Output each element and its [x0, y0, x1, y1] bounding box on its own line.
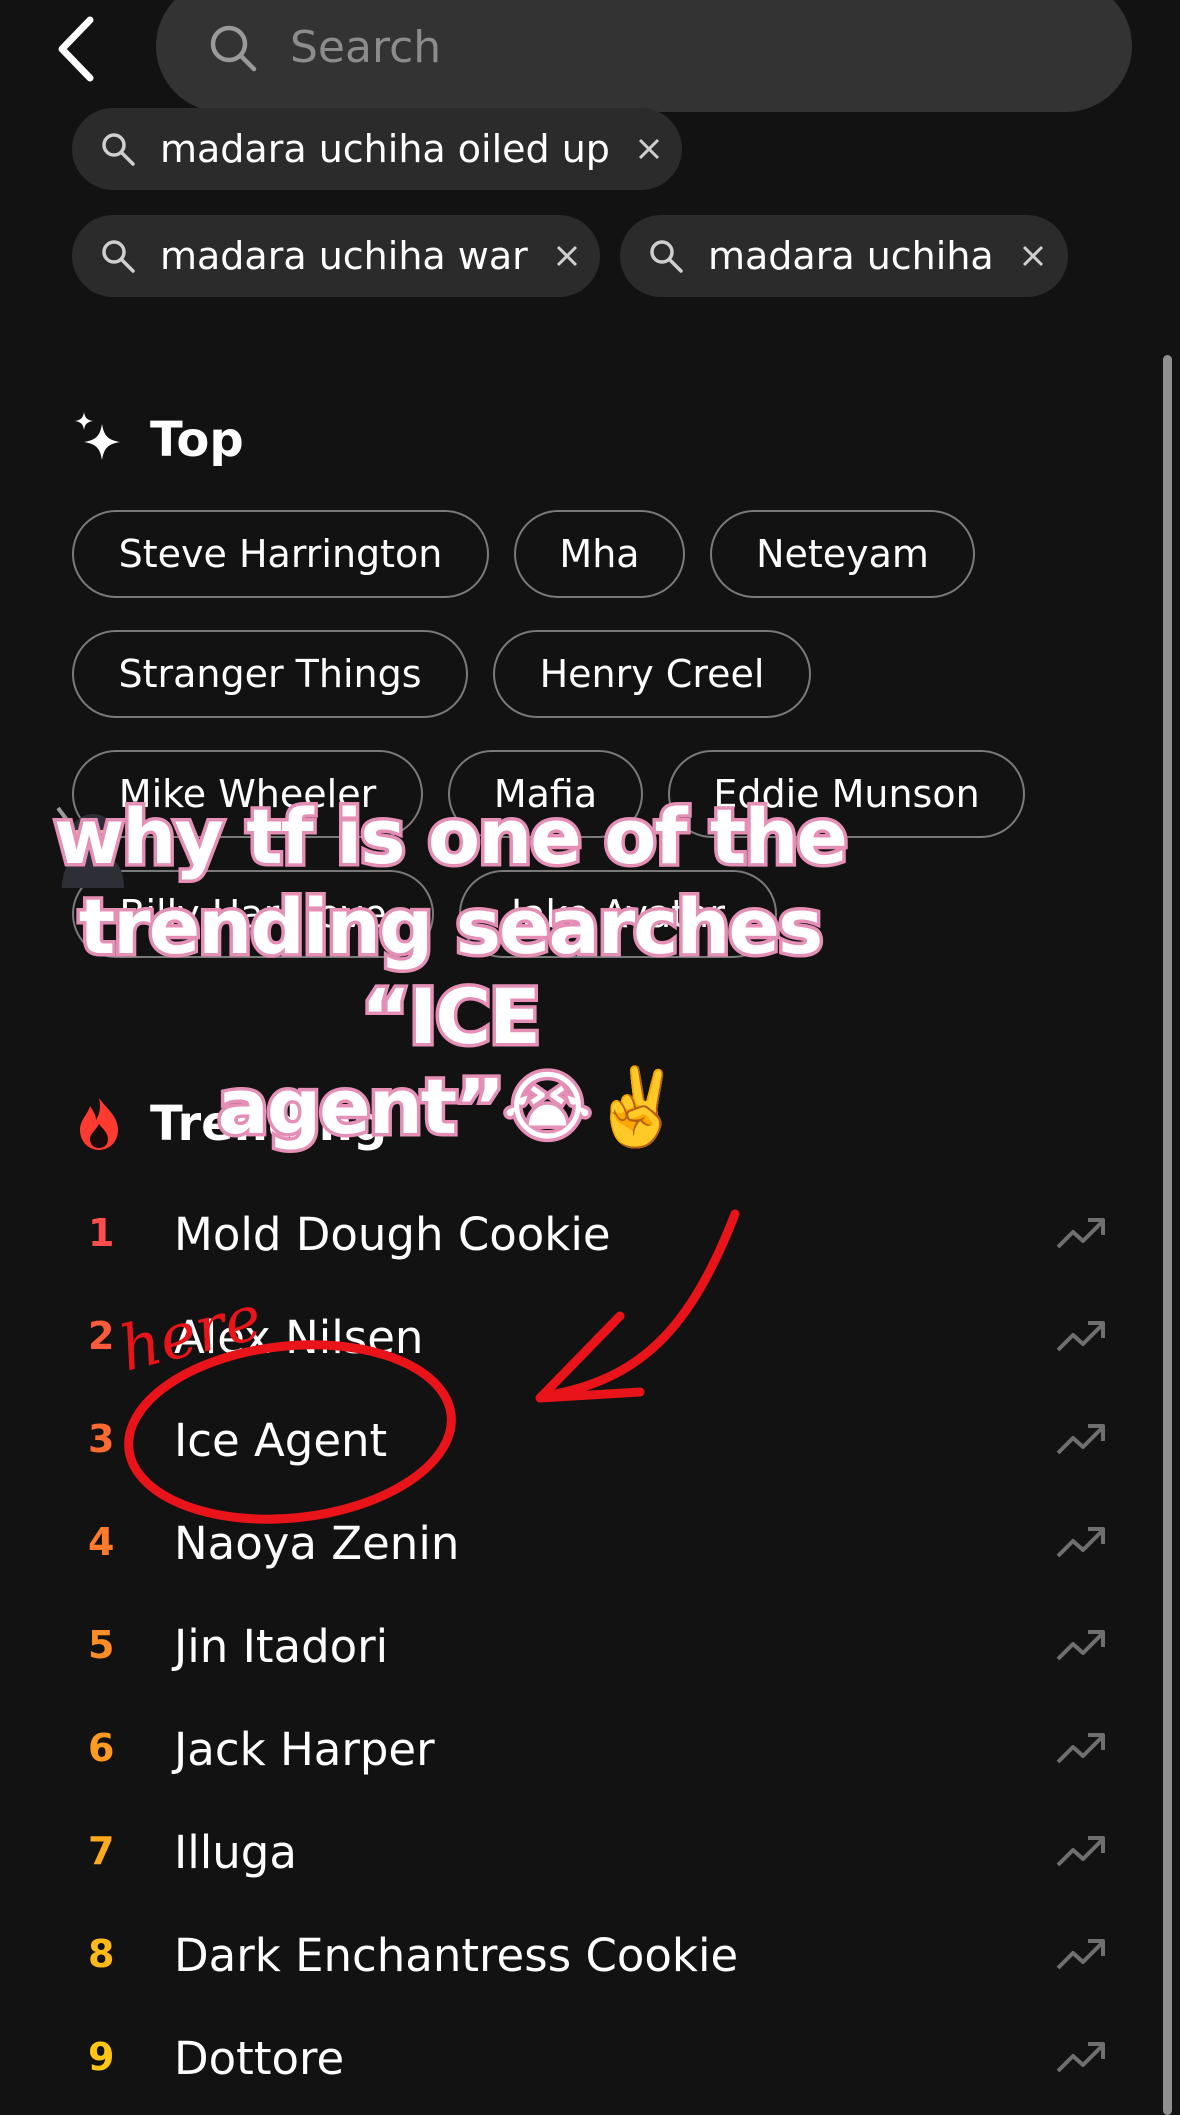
- search-icon: [102, 133, 135, 166]
- trending-row[interactable]: 4 Naoya Zenin: [60, 1512, 1120, 1592]
- history-chip[interactable]: madara uchiha war: [72, 215, 600, 297]
- trending-name: Dottore: [174, 2032, 345, 2085]
- trending-row[interactable]: 1 Mold Dough Cookie: [60, 1203, 1120, 1283]
- trending-rank: 8: [88, 1932, 115, 1976]
- trending-rank: 7: [88, 1829, 115, 1873]
- overlay-caption: why tf is one of the trending searches “…: [20, 789, 880, 1155]
- trending-name: Illuga: [174, 1826, 297, 1879]
- trending-name: Jack Harper: [174, 1723, 435, 1776]
- history-chip-label: madara uchiha war: [160, 234, 528, 278]
- trending-name: Mold Dough Cookie: [174, 1208, 611, 1261]
- trending-up-icon: [1056, 2042, 1105, 2073]
- trending-row[interactable]: 7 Illuga: [60, 1821, 1120, 1901]
- trending-name: Alex Nilsen: [174, 1311, 424, 1364]
- trending-up-icon: [1056, 1733, 1105, 1764]
- trending-up-icon: [1056, 1527, 1105, 1558]
- caption-line: trending searches “ICE: [75, 879, 826, 1065]
- trending-up-icon: [1056, 1836, 1105, 1867]
- trending-row[interactable]: 2 Alex Nilsen: [60, 1306, 1120, 1386]
- trending-row[interactable]: 8 Dark Enchantress Cookie: [60, 1924, 1120, 2004]
- chevron-left-icon: [58, 16, 94, 82]
- trending-row[interactable]: 6 Jack Harper: [60, 1718, 1120, 1798]
- sparkle-icon: [72, 410, 128, 466]
- section-title-top: Top: [150, 412, 244, 468]
- trending-name: Ice Agent: [174, 1414, 388, 1467]
- trending-rank: 3: [88, 1417, 115, 1461]
- search-input[interactable]: Search: [290, 20, 441, 76]
- trending-up-icon: [1056, 1424, 1105, 1455]
- trending-rank: 2: [88, 1314, 115, 1358]
- trending-up-icon: [1056, 1630, 1105, 1661]
- trending-name: Naoya Zenin: [174, 1517, 460, 1570]
- search-icon: [650, 240, 683, 273]
- caption-line: agent”😭✌️: [214, 1059, 688, 1155]
- top-chip[interactable]: Neteyam: [710, 510, 975, 598]
- trending-name: Dark Enchantress Cookie: [174, 1929, 739, 1982]
- trending-up-icon: [1056, 1218, 1105, 1249]
- top-chip[interactable]: Mha: [514, 510, 685, 598]
- trending-name: Jin Itadori: [174, 1620, 389, 1673]
- trending-row[interactable]: 9 Dottore: [60, 2027, 1120, 2107]
- history-chip-label: madara uchiha: [708, 234, 994, 278]
- close-icon[interactable]: [1022, 245, 1044, 267]
- close-icon[interactable]: [638, 138, 660, 160]
- top-chip[interactable]: Steve Harrington: [72, 510, 489, 598]
- close-icon[interactable]: [556, 245, 578, 267]
- trending-rank: 9: [88, 2035, 115, 2079]
- search-icon: [102, 240, 135, 273]
- trending-row[interactable]: 3 Ice Agent: [60, 1409, 1120, 1489]
- history-chip[interactable]: madara uchiha oiled up: [72, 108, 682, 190]
- trending-rank: 4: [88, 1520, 115, 1564]
- trending-row[interactable]: 5 Jin Itadori: [60, 1615, 1120, 1695]
- trending-rank: 5: [88, 1623, 115, 1667]
- history-chip[interactable]: madara uchiha: [620, 215, 1068, 297]
- trending-up-icon: [1056, 1321, 1105, 1352]
- top-chip[interactable]: Henry Creel: [493, 630, 811, 718]
- back-button[interactable]: [52, 14, 108, 84]
- caption-line: why tf is one of the: [51, 789, 852, 885]
- trending-rank: 1: [88, 1211, 115, 1255]
- top-chip[interactable]: Stranger Things: [72, 630, 468, 718]
- trending-up-icon: [1056, 1939, 1105, 1970]
- scrollbar[interactable]: [1163, 355, 1172, 2115]
- search-icon: [208, 23, 258, 73]
- history-chip-label: madara uchiha oiled up: [160, 127, 610, 171]
- trending-rank: 6: [88, 1726, 115, 1770]
